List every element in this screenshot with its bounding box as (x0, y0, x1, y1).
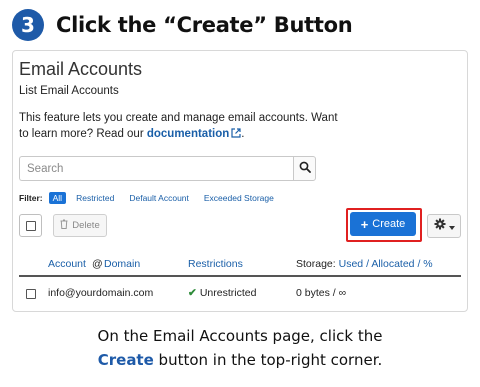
row-email: info@yourdomain.com (48, 287, 154, 299)
filter-exceeded-storage[interactable]: Exceeded Storage (204, 193, 274, 203)
row-restriction: ✔ Unrestricted (188, 287, 256, 299)
header-domain[interactable]: Domain (104, 258, 140, 270)
row-storage: 0 bytes / ∞ (296, 287, 347, 299)
caption-line-2: Create button in the top-right corner. (0, 348, 480, 372)
search-bar (19, 156, 316, 181)
filter-label: Filter: (19, 193, 43, 203)
header-storage-prefix: Storage: (296, 258, 336, 270)
create-button-label: Create (372, 218, 406, 230)
header-account[interactable]: Account (48, 258, 86, 270)
instruction-caption: On the Email Accounts page, click the Cr… (0, 324, 480, 372)
row-restriction-label: Unrestricted (199, 287, 257, 299)
step-number-badge: 3 (12, 9, 44, 41)
trash-icon (60, 219, 68, 232)
documentation-link[interactable]: documentation (147, 128, 241, 140)
page-subtitle: List Email Accounts (19, 85, 119, 97)
filter-bar: Filter: All Restricted Default Account E… (19, 191, 289, 205)
header-storage-sep2: / (417, 258, 421, 270)
filter-restricted[interactable]: Restricted (76, 193, 114, 203)
header-restrictions[interactable]: Restrictions (188, 258, 243, 270)
caret-down-icon (448, 217, 455, 235)
table-header: Account @ Domain Restrictions Storage: U… (19, 251, 461, 277)
page-title: Email Accounts (19, 59, 143, 79)
header-storage-used[interactable]: Used (339, 258, 364, 270)
header-at: @ (92, 258, 103, 270)
filter-default-account[interactable]: Default Account (129, 193, 189, 203)
select-all-checkbox-box (25, 220, 36, 231)
caption-create-highlight: Create (97, 351, 154, 369)
search-button[interactable] (293, 156, 316, 181)
search-icon (299, 160, 311, 178)
settings-dropdown-button[interactable] (427, 214, 461, 238)
plus-icon: + (360, 216, 369, 232)
email-accounts-panel: Email Accounts List Email Accounts This … (12, 50, 468, 312)
row-checkbox[interactable] (26, 289, 36, 299)
table-row: info@yourdomain.com ✔ Unrestricted 0 byte… (19, 281, 461, 307)
create-button[interactable]: + Create (350, 212, 416, 236)
select-all-checkbox[interactable] (19, 214, 42, 237)
step-header: 3 Click the “Create” Button (12, 8, 353, 42)
header-storage-sep1: / (366, 258, 369, 270)
header-storage-allocated[interactable]: Allocated (371, 258, 414, 270)
intro-end: . (241, 128, 245, 140)
step-title: Click the “Create” Button (56, 13, 353, 37)
caption-line-1: On the Email Accounts page, click the (97, 327, 383, 345)
search-input[interactable] (19, 156, 293, 181)
documentation-link-label: documentation (146, 128, 230, 140)
external-link-icon (231, 127, 241, 143)
delete-button[interactable]: Delete (53, 214, 107, 237)
caption-line-2-rest: button in the top-right corner. (153, 351, 383, 369)
header-storage-percent[interactable]: % (423, 258, 432, 270)
intro-text: This feature lets you create and manage … (19, 110, 349, 143)
delete-button-label: Delete (72, 220, 100, 231)
filter-all[interactable]: All (48, 192, 67, 204)
header-storage: Storage: Used / Allocated / % (296, 258, 433, 270)
check-icon: ✔ (188, 287, 197, 299)
gear-icon (434, 217, 446, 235)
